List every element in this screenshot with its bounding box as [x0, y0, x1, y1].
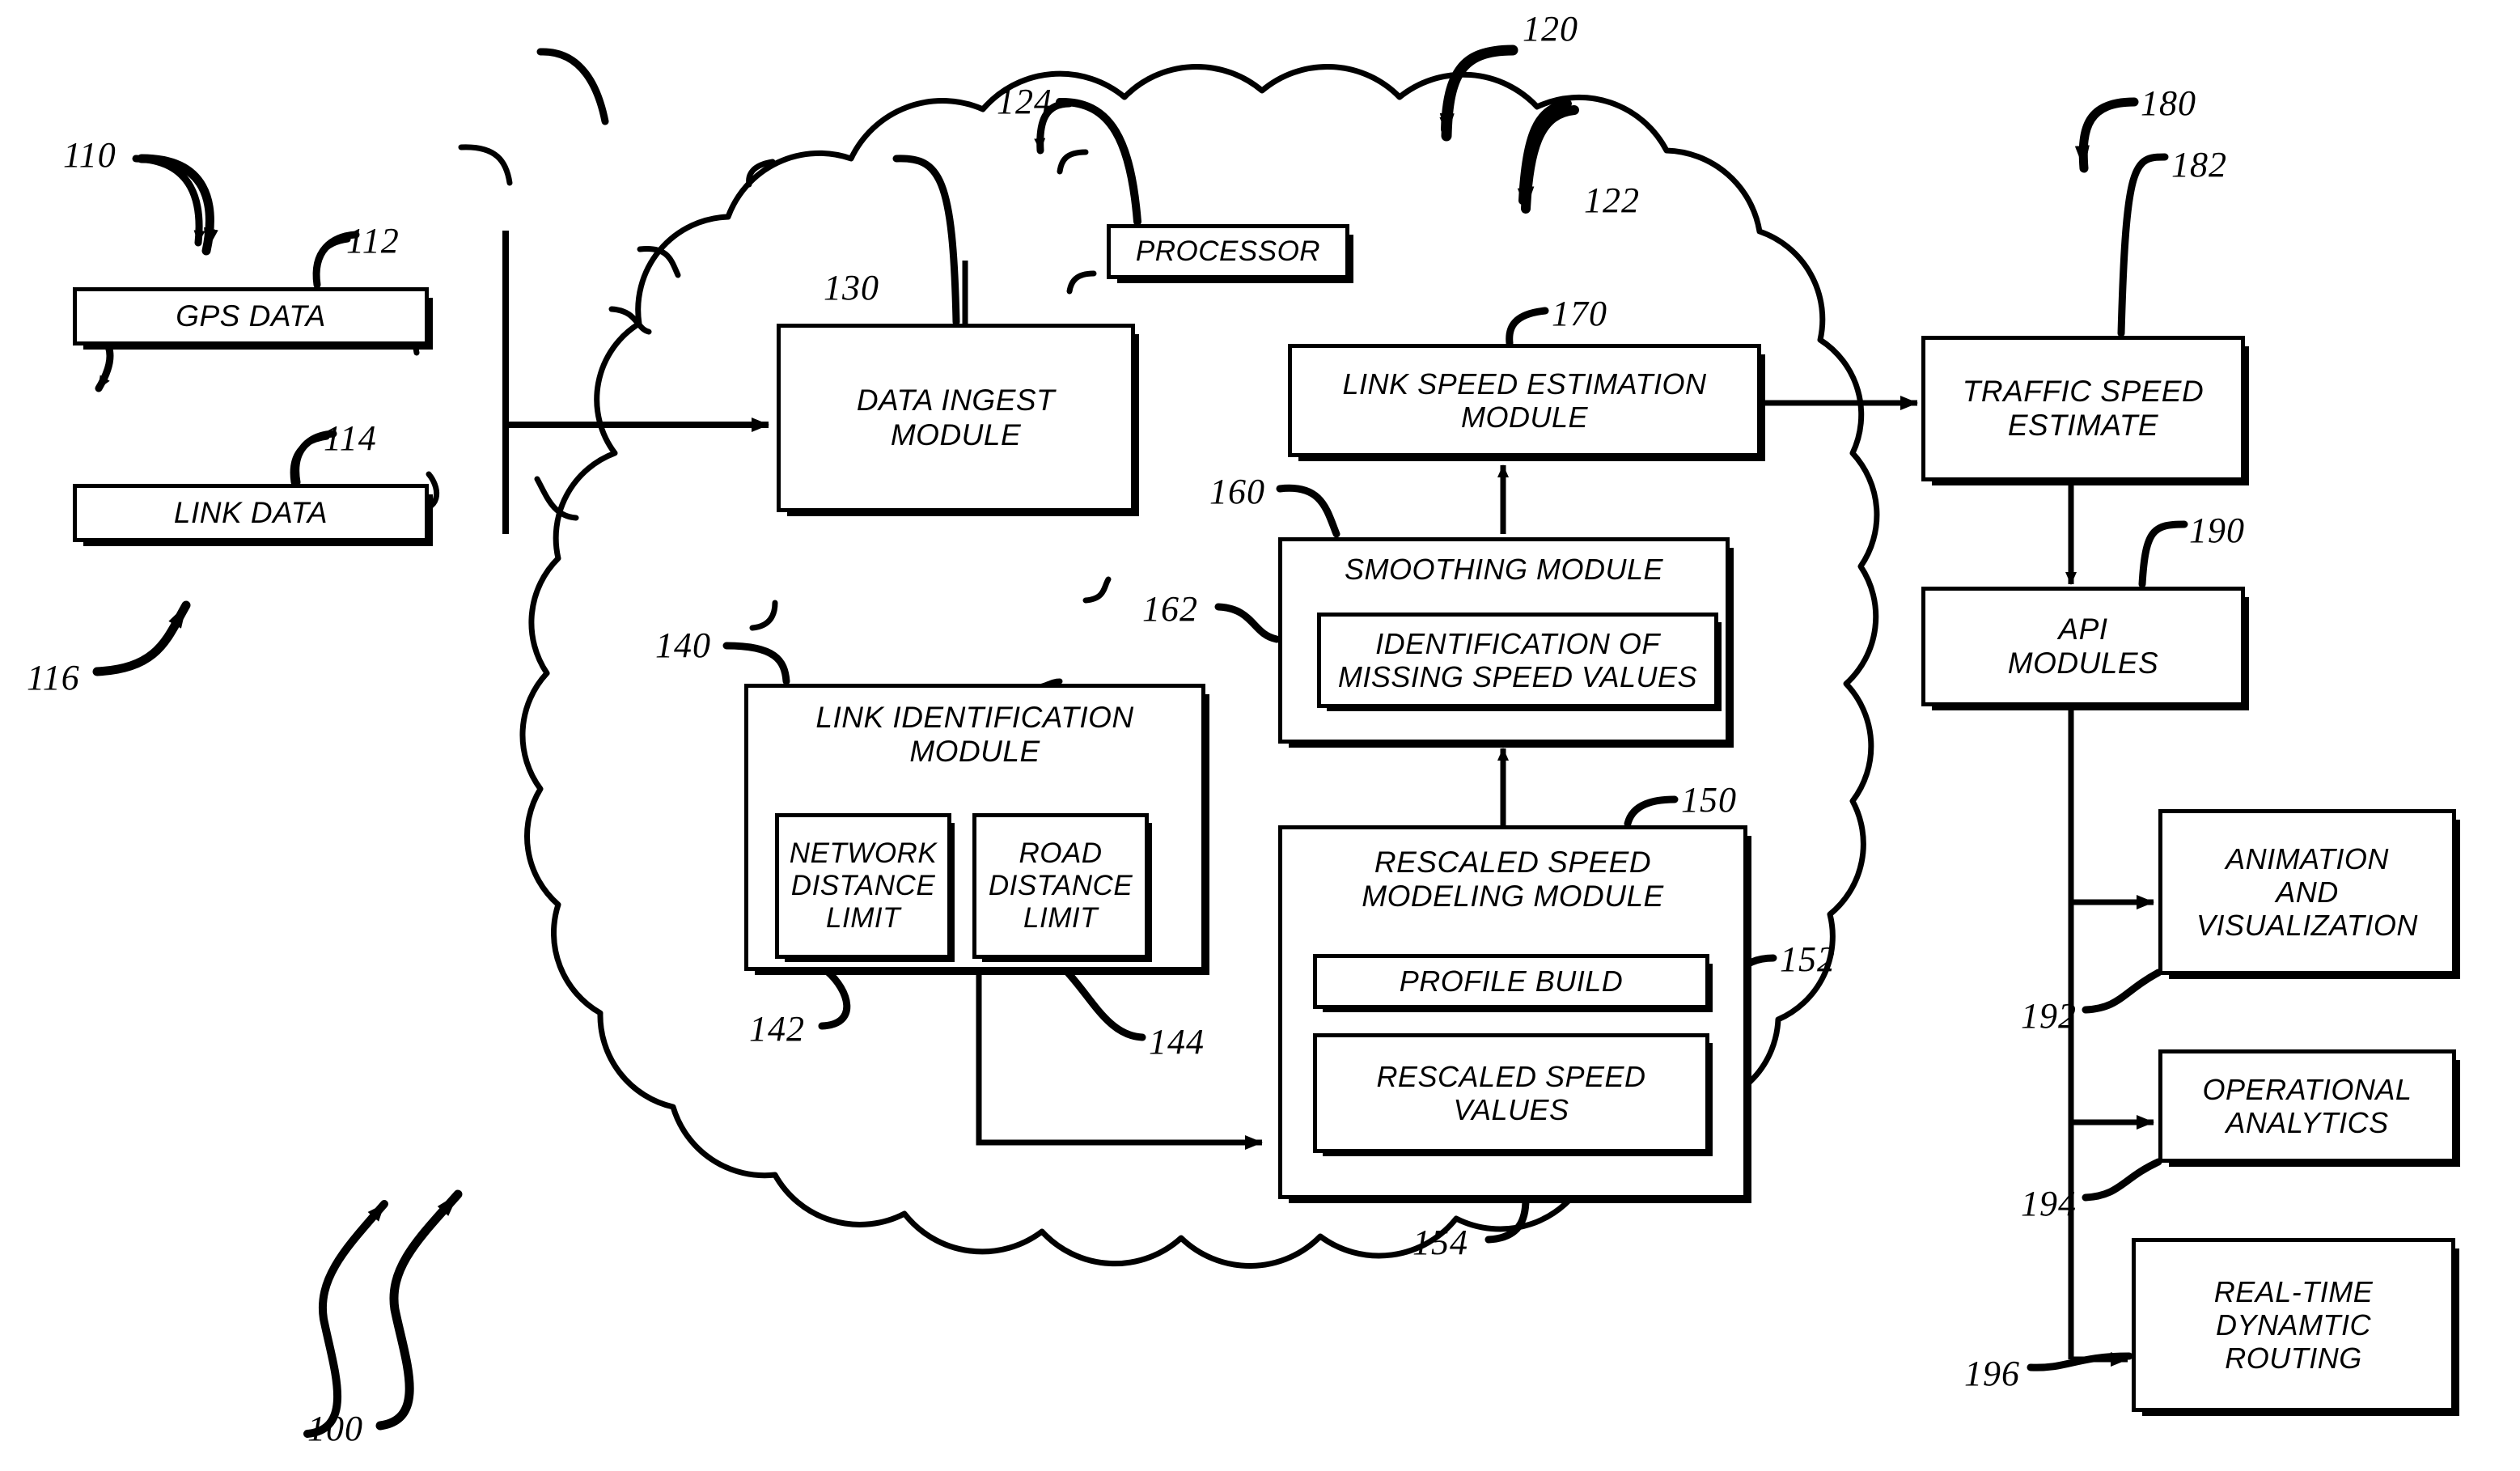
leader-154	[749, 600, 778, 631]
rescaled-speed-modeling-module-box[interactable]: RESCALED SPEED MODELING MODULE PROFILE B…	[1278, 825, 1747, 1199]
leader-120	[1439, 46, 1509, 134]
ref-122: 122	[1584, 180, 1640, 220]
ref-152: 152	[1780, 939, 1836, 979]
identification-missing-speed-values-label: IDENTIFICATION OF MISSING SPEED VALUES	[1337, 626, 1698, 693]
leader-190	[1066, 270, 1097, 295]
patent-figure-canvas: GPS DATA LINK DATA PROCESSOR DATA INGEST…	[0, 0, 2520, 1471]
rescaled-speed-modeling-module-label: RESCALED SPEED MODELING MODULE	[1362, 846, 1664, 914]
ref-144: 144	[1149, 1022, 1205, 1062]
ref-114: 114	[324, 418, 377, 458]
ref-142: 142	[749, 1009, 805, 1049]
processor-box[interactable]: PROCESSOR	[1107, 224, 1349, 279]
leader-194	[1082, 576, 1112, 604]
ref-196: 196	[1964, 1354, 2020, 1393]
processor-label: PROCESSOR	[1135, 235, 1321, 268]
ref-150: 150	[1681, 780, 1737, 820]
road-distance-limit-box[interactable]: ROAD DISTANCE LIMIT	[972, 813, 1149, 959]
animation-visualization-label: ANIMATION AND VISUALIZATION	[2196, 841, 2418, 943]
traffic-speed-estimate-label: TRAFFIC SPEED ESTIMATE	[1962, 374, 2204, 442]
ref-124: 124	[997, 82, 1052, 121]
ref-170: 170	[1552, 294, 1607, 333]
profile-build-label: PROFILE BUILD	[1399, 964, 1624, 998]
ref-154: 154	[1412, 1223, 1468, 1262]
realtime-dynamic-routing-box[interactable]: REAL-TIME DYNAMTIC ROUTING	[2132, 1238, 2455, 1412]
smoothing-module-label: SMOOTHING MODULE	[1344, 553, 1663, 586]
leader-170	[746, 159, 776, 188]
link-speed-estimation-module-box[interactable]: LINK SPEED ESTIMATION MODULE	[1288, 344, 1761, 457]
ref-112: 112	[346, 221, 400, 261]
rescaled-speed-values-label: RESCALED SPEED VALUES	[1376, 1059, 1646, 1126]
realtime-dynamic-routing-label: REAL-TIME DYNAMTIC ROUTING	[2213, 1274, 2374, 1376]
ref-162: 162	[1142, 589, 1198, 629]
link-identification-module-box[interactable]: LINK IDENTIFICATION MODULE NETWORK DISTA…	[744, 684, 1205, 971]
leader-110	[132, 155, 205, 247]
leader-160	[637, 245, 681, 278]
leader-182	[1057, 149, 1089, 175]
ref-194: 194	[2021, 1184, 2077, 1223]
identification-missing-speed-values-box[interactable]: IDENTIFICATION OF MISSING SPEED VALUES	[1317, 613, 1718, 708]
traffic-speed-estimate-box[interactable]: TRAFFIC SPEED ESTIMATE	[1921, 336, 2245, 481]
leader-130	[458, 144, 513, 186]
link-speed-estimation-module-label: LINK SPEED ESTIMATION MODULE	[1342, 367, 1707, 434]
rescaled-speed-values-box[interactable]: RESCALED SPEED VALUES	[1313, 1033, 1709, 1153]
leader-124	[536, 48, 609, 125]
leader-144	[534, 476, 579, 521]
ref-140: 140	[655, 625, 711, 665]
ref-190: 190	[2189, 511, 2245, 550]
ref-120: 120	[1523, 9, 1578, 49]
ref-192: 192	[2021, 996, 2077, 1036]
link-data-box[interactable]: LINK DATA	[73, 484, 429, 542]
operational-analytics-label: OPERATIONAL ANALYTICS	[2202, 1072, 2412, 1139]
profile-build-box[interactable]: PROFILE BUILD	[1313, 954, 1709, 1009]
ref-160: 160	[1209, 472, 1265, 511]
gps-data-box[interactable]: GPS DATA	[73, 287, 429, 345]
leader-100	[303, 1200, 388, 1438]
operational-analytics-box[interactable]: OPERATIONAL ANALYTICS	[2158, 1049, 2456, 1163]
data-ingest-module-label: DATA INGEST MODULE	[856, 384, 1056, 451]
data-ingest-module-box[interactable]: DATA INGEST MODULE	[777, 324, 1135, 512]
ref-182: 182	[2171, 145, 2227, 184]
ref-110: 110	[63, 135, 116, 175]
network-distance-limit-label: NETWORK DISTANCE LIMIT	[789, 837, 938, 934]
leader-122	[1517, 100, 1572, 205]
linkid-to-rescaled-path	[976, 969, 1263, 1150]
link-data-label: LINK DATA	[173, 495, 328, 529]
smoothing-module-box[interactable]: SMOOTHING MODULE IDENTIFICATION OF MISSI…	[1278, 537, 1730, 744]
road-distance-limit-label: ROAD DISTANCE LIMIT	[988, 837, 1133, 934]
ref-100: 100	[307, 1409, 363, 1448]
api-modules-box[interactable]: API MODULES	[1921, 587, 2245, 706]
network-distance-limit-box[interactable]: NETWORK DISTANCE LIMIT	[775, 813, 951, 959]
leader-114	[290, 434, 330, 485]
animation-visualization-box[interactable]: ANIMATION AND VISUALIZATION	[2158, 809, 2456, 975]
link-identification-module-label: LINK IDENTIFICATION MODULE	[815, 701, 1134, 769]
ref-130: 130	[824, 268, 879, 307]
ref-180: 180	[2141, 83, 2196, 123]
leader-162	[608, 306, 652, 335]
ref-116: 116	[27, 658, 80, 697]
gps-data-label: GPS DATA	[176, 299, 326, 333]
api-modules-label: API MODULES	[2007, 612, 2159, 680]
leader-112	[313, 236, 351, 288]
